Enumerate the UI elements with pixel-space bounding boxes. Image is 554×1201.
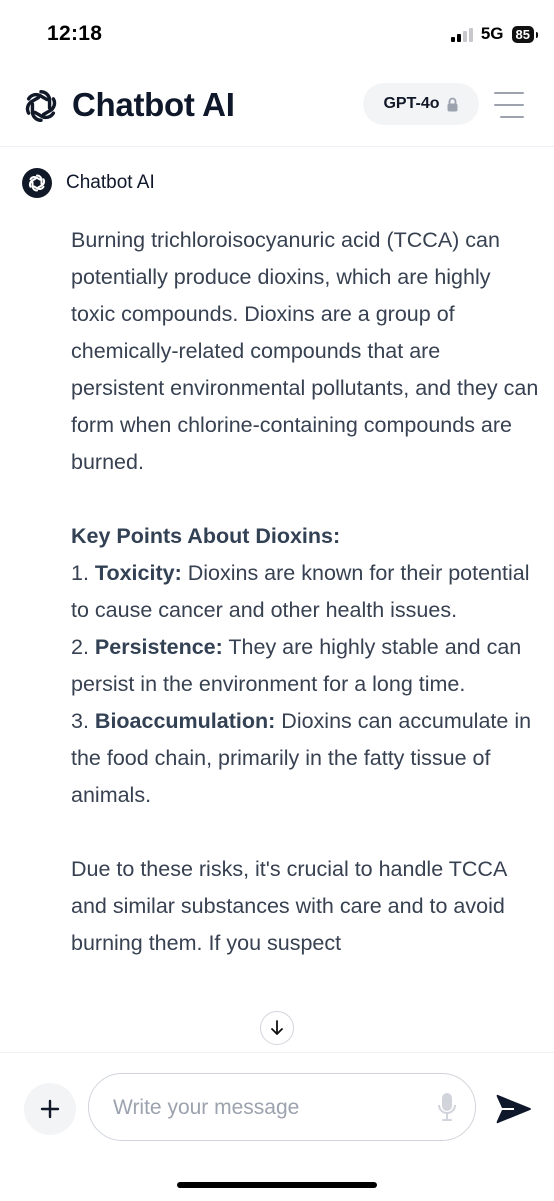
status-time: 12:18: [47, 22, 103, 45]
message-closing: Due to these risks, it's crucial to hand…: [71, 857, 507, 955]
assistant-message: Burning trichloroisocyanuric acid (TCCA)…: [71, 222, 539, 1052]
list-item: 1. Toxicity: Dioxins are known for their…: [71, 561, 530, 622]
add-attachment-button[interactable]: [24, 1083, 76, 1135]
plus-icon: [40, 1099, 60, 1119]
bot-message-header: Chatbot AI: [22, 168, 155, 198]
list-item: 2. Persistence: They are highly stable a…: [71, 635, 522, 696]
lock-icon: [447, 97, 457, 111]
home-indicator: [177, 1182, 377, 1188]
app-header: Chatbot AI GPT-4o: [0, 72, 554, 147]
composer-bar: [0, 1052, 554, 1201]
status-indicators: 5G 85: [450, 24, 539, 44]
openai-knot-icon: [28, 174, 46, 192]
bot-name: Chatbot AI: [66, 172, 155, 193]
arrow-down-icon: [271, 1020, 283, 1035]
message-intro: Burning trichloroisocyanuric acid (TCCA)…: [71, 228, 539, 474]
hamburger-menu-icon[interactable]: [494, 92, 524, 118]
message-input-container: [88, 1073, 476, 1141]
model-label: GPT-4o: [383, 95, 440, 112]
message-heading: Key Points About Dioxins:: [71, 524, 341, 548]
model-selector-button[interactable]: GPT-4o: [363, 83, 479, 125]
openai-logo-icon: [25, 90, 57, 122]
list-item: 3. Bioaccumulation: Dioxins can accumula…: [71, 709, 532, 807]
send-icon[interactable]: [494, 1089, 534, 1129]
message-input[interactable]: [111, 1074, 425, 1141]
bot-avatar: [22, 168, 52, 198]
battery-icon: 85: [511, 25, 539, 43]
app-title: Chatbot AI: [72, 86, 235, 123]
signal-icon: [450, 26, 473, 42]
status-bar: 12:18 5G 85: [0, 0, 554, 70]
scroll-to-bottom-button[interactable]: [260, 1011, 294, 1045]
network-type: 5G: [480, 24, 504, 43]
microphone-icon[interactable]: [437, 1092, 457, 1122]
